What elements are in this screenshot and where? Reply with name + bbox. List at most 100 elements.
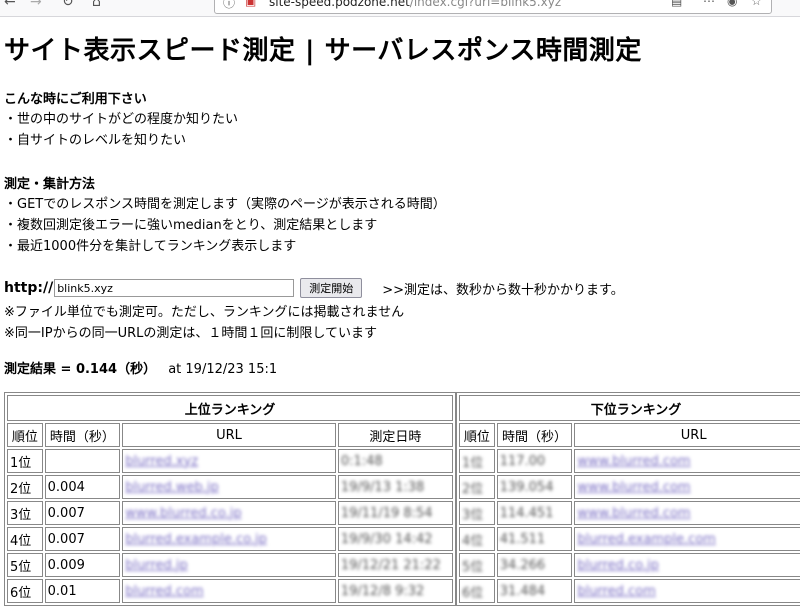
date-cell: 19/12/8 9:32 (337, 579, 453, 603)
time-cell: 41.511 (496, 527, 573, 551)
reload-icon[interactable]: ↻ (62, 0, 74, 10)
rank-cell: 4位 (459, 527, 495, 551)
date-value: 19/9/13 1:38 (340, 479, 425, 495)
url-cell: www.blurred.com (574, 475, 800, 499)
time-value: 34.266 (499, 557, 546, 573)
method-line: ・複数回測定後エラーに強いmedianをとり、測定結果とします (4, 218, 378, 233)
rank-value: 3位 (462, 507, 484, 523)
url-link[interactable]: blurred.com (125, 584, 203, 599)
reader-view-icon[interactable]: ▤ (671, 0, 682, 8)
date-cell: 19/12/21 21:22 (337, 553, 453, 577)
url-input[interactable] (54, 279, 295, 297)
table-row: 6位 0.01 blurred.com 19/12/8 9:32 (7, 579, 453, 603)
rank-value: 2位 (462, 481, 484, 497)
rank-cell: 1位 (459, 449, 495, 473)
page-actions-icon[interactable]: ⋯ (703, 0, 715, 8)
table-row: 4位 0.007 blurred.example.co.jp 19/9/30 14:4… (7, 527, 453, 551)
time-value: 139.054 (499, 479, 554, 495)
date-cell: 19/9/30 14:42 (337, 527, 453, 551)
address-text[interactable]: site-speed.podzone.net/index.cgi?url=bli… (269, 0, 561, 9)
method-line: ・最近1000件分を集計してランキング表示します (4, 239, 297, 254)
time-cell: 0.004 (44, 475, 121, 499)
col-time: 時間（秒） (496, 423, 573, 447)
time-value: 31.484 (499, 583, 546, 599)
pocket-icon[interactable]: ◉ (727, 0, 737, 8)
col-url: URL (574, 423, 800, 447)
bottom-ranking-caption: 下位ランキング (459, 395, 800, 421)
table-row: 1位 117.00 www.blurred.com (459, 449, 800, 473)
url-cell: www.blurred.co.jp (122, 501, 336, 525)
measure-form: http:// 測定開始 >>測定は、数秒から数十秒かかります。 (4, 278, 624, 298)
address-bar[interactable]: ⓘ ▣ site-speed.podzone.net/index.cgi?url… (214, 0, 772, 14)
file-note: ※ファイル単位でも測定可。ただし、ランキングには掲載されません (4, 305, 405, 320)
time-cell: 117.00 (496, 449, 573, 473)
date-value: 19/11/19 8:54 (340, 505, 433, 521)
col-date: 測定日時 (337, 423, 453, 447)
result-timestamp: at 19/12/23 15:1 (168, 362, 278, 377)
rank-value: 1位 (462, 455, 484, 471)
time-cell (44, 449, 121, 473)
url-link[interactable]: www.blurred.co.jp (125, 506, 241, 521)
col-rank: 順位 (459, 423, 495, 447)
url-link[interactable]: blurred.xyz (125, 454, 198, 469)
date-cell: 19/9/13 1:38 (337, 475, 453, 499)
rank-cell: 2位 (459, 475, 495, 499)
time-cell: 0.007 (44, 501, 121, 525)
page-title: サイト表示スピード測定 | サーバレスポンス時間測定 (4, 36, 642, 66)
rank-cell: 5位 (7, 553, 43, 577)
home-icon[interactable]: ⌂ (92, 0, 101, 10)
url-link[interactable]: blurred.jp (125, 558, 188, 573)
top-ranking-caption: 上位ランキング (7, 395, 453, 421)
url-path: /index.cgi?url=blink5.xyz (409, 0, 562, 9)
time-cell: 114.451 (496, 501, 573, 525)
url-link[interactable]: blurred.example.com (577, 532, 716, 547)
time-cell: 34.266 (496, 553, 573, 577)
url-link[interactable]: blurred.com (577, 584, 655, 599)
date-cell: 0:1:48 (337, 449, 453, 473)
method-line: ・GETでのレスポンス時間を測定します（実際のページが表示される時間） (4, 197, 446, 212)
url-link[interactable]: www.blurred.com (577, 506, 690, 521)
rank-cell: 1位 (7, 449, 43, 473)
url-link[interactable]: blurred.co.jp (577, 558, 659, 573)
rank-value: 4位 (462, 533, 484, 549)
url-cell: blurred.example.com (574, 527, 800, 551)
time-cell: 0.007 (44, 527, 121, 551)
date-value: 19/9/30 14:42 (340, 531, 433, 547)
url-link[interactable]: www.blurred.com (577, 454, 690, 469)
url-link[interactable]: blurred.web.jp (125, 480, 219, 495)
bookmark-icon[interactable]: ☆ (751, 0, 762, 8)
rank-value: 5位 (462, 559, 484, 575)
col-rank: 順位 (7, 423, 43, 447)
table-row: 3位 114.451 www.blurred.com (459, 501, 800, 525)
measure-result: 測定結果 = 0.144（秒） at 19/12/23 15:1 (4, 358, 277, 377)
ip-limit-note: ※同一IPからの同一URLの測定は、１時間１回に制限しています (4, 326, 377, 341)
table-row: 3位 0.007 www.blurred.co.jp 19/11/19 8:54 (7, 501, 453, 525)
rank-cell: 4位 (7, 527, 43, 551)
bottom-ranking-table: 下位ランキング 順位 時間（秒） URL 1位 117.00 www.blurred… (456, 392, 800, 606)
forward-icon[interactable]: → (30, 0, 42, 10)
insecure-lock-icon[interactable]: ▣ (245, 0, 256, 8)
rank-cell: 6位 (459, 579, 495, 603)
url-link[interactable]: www.blurred.com (577, 480, 690, 495)
back-icon[interactable]: ← (4, 0, 16, 10)
info-icon[interactable]: ⓘ (223, 0, 235, 11)
table-row: 5位 0.009 blurred.jp 19/12/21 21:22 (7, 553, 453, 577)
browser-toolbar: ← → ↻ ⌂ ⓘ ▣ site-speed.podzone.net/index… (0, 0, 800, 17)
measure-start-button[interactable]: 測定開始 (300, 278, 363, 298)
rank-value: 6位 (462, 585, 484, 601)
table-row: 4位 41.511 blurred.example.com (459, 527, 800, 551)
url-host: site-speed.podzone.net (269, 0, 410, 9)
time-value: 114.451 (499, 505, 554, 521)
time-cell: 139.054 (496, 475, 573, 499)
table-row: 5位 34.266 blurred.co.jp (459, 553, 800, 577)
col-time: 時間（秒） (44, 423, 121, 447)
usage-section-title: こんな時にご利用下さい (4, 92, 147, 107)
url-cell: blurred.com (574, 579, 800, 603)
url-cell: blurred.jp (122, 553, 336, 577)
rank-cell: 5位 (459, 553, 495, 577)
url-link[interactable]: blurred.example.co.jp (125, 532, 267, 547)
measure-time-note: >>測定は、数秒から数十秒かかります。 (382, 282, 624, 298)
url-cell: blurred.web.jp (122, 475, 336, 499)
url-cell: blurred.com (122, 579, 336, 603)
url-cell: blurred.xyz (122, 449, 336, 473)
